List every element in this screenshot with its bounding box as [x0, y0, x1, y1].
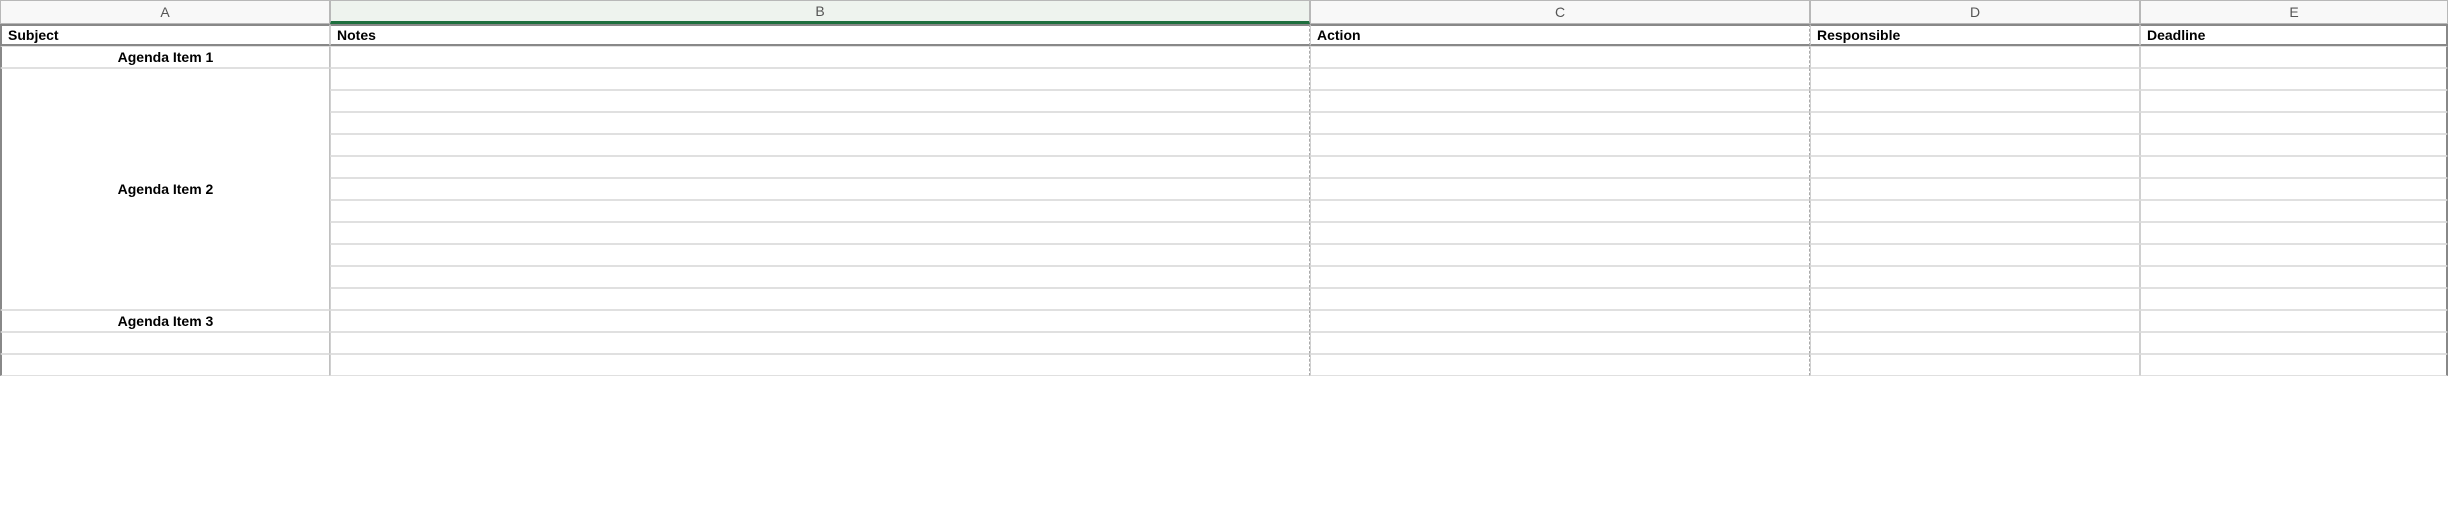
- table-row: [330, 178, 2448, 200]
- cell-action[interactable]: [1310, 310, 1810, 332]
- header-deadline[interactable]: Deadline: [2140, 24, 2448, 46]
- cell-responsible[interactable]: [1810, 244, 2140, 266]
- cell-deadline[interactable]: [2140, 354, 2448, 376]
- cell-deadline[interactable]: [2140, 266, 2448, 288]
- cell-responsible[interactable]: [1810, 46, 2140, 68]
- table-row: Agenda Item 2: [0, 68, 2448, 310]
- column-letters-row: A B C D E: [0, 0, 2448, 24]
- cell-notes[interactable]: [330, 354, 1310, 376]
- cell-responsible[interactable]: [1810, 332, 2140, 354]
- cell-action[interactable]: [1310, 68, 1810, 90]
- cell-action[interactable]: [1310, 222, 1810, 244]
- cell-deadline[interactable]: [2140, 310, 2448, 332]
- subject-agenda-1[interactable]: Agenda Item 1: [0, 46, 330, 68]
- table-row: [330, 288, 2448, 310]
- col-letter-e[interactable]: E: [2140, 0, 2448, 24]
- subject-agenda-3[interactable]: Agenda Item 3: [0, 310, 330, 332]
- cell-deadline[interactable]: [2140, 200, 2448, 222]
- col-letter-d[interactable]: D: [1810, 0, 2140, 24]
- cell-deadline[interactable]: [2140, 112, 2448, 134]
- cell-subject[interactable]: [0, 332, 330, 354]
- header-responsible[interactable]: Responsible: [1810, 24, 2140, 46]
- cell-responsible[interactable]: [1810, 288, 2140, 310]
- cell-deadline[interactable]: [2140, 178, 2448, 200]
- cell-responsible[interactable]: [1810, 68, 2140, 90]
- cell-subject[interactable]: [0, 354, 330, 376]
- header-action[interactable]: Action: [1310, 24, 1810, 46]
- cell-notes[interactable]: [330, 266, 1310, 288]
- col-letter-a[interactable]: A: [0, 0, 330, 24]
- table-row: [330, 244, 2448, 266]
- cell-action[interactable]: [1310, 266, 1810, 288]
- cell-notes[interactable]: [330, 222, 1310, 244]
- col-letter-c[interactable]: C: [1310, 0, 1810, 24]
- table-row: [330, 134, 2448, 156]
- cell-notes[interactable]: [330, 310, 1310, 332]
- table-row: [330, 266, 2448, 288]
- table-row: [330, 68, 2448, 90]
- cell-action[interactable]: [1310, 332, 1810, 354]
- cell-notes[interactable]: [330, 178, 1310, 200]
- cell-notes[interactable]: [330, 46, 1310, 68]
- cell-responsible[interactable]: [1810, 266, 2140, 288]
- table-row: [330, 156, 2448, 178]
- cell-action[interactable]: [1310, 244, 1810, 266]
- cell-notes[interactable]: [330, 90, 1310, 112]
- cell-action[interactable]: [1310, 288, 1810, 310]
- cell-deadline[interactable]: [2140, 68, 2448, 90]
- cell-action[interactable]: [1310, 134, 1810, 156]
- cell-deadline[interactable]: [2140, 332, 2448, 354]
- cell-responsible[interactable]: [1810, 222, 2140, 244]
- cell-responsible[interactable]: [1810, 178, 2140, 200]
- cell-deadline[interactable]: [2140, 90, 2448, 112]
- table-row: Agenda Item 1: [0, 46, 2448, 68]
- cell-deadline[interactable]: [2140, 134, 2448, 156]
- cell-action[interactable]: [1310, 178, 1810, 200]
- cell-notes[interactable]: [330, 134, 1310, 156]
- header-notes[interactable]: Notes: [330, 24, 1310, 46]
- table-row: Agenda Item 3: [0, 310, 2448, 332]
- cell-deadline[interactable]: [2140, 46, 2448, 68]
- header-subject[interactable]: Subject: [0, 24, 330, 46]
- cell-notes[interactable]: [330, 112, 1310, 134]
- cell-responsible[interactable]: [1810, 156, 2140, 178]
- cell-responsible[interactable]: [1810, 200, 2140, 222]
- table-row: [330, 222, 2448, 244]
- cell-notes[interactable]: [330, 288, 1310, 310]
- cell-action[interactable]: [1310, 112, 1810, 134]
- cell-action[interactable]: [1310, 156, 1810, 178]
- cell-action[interactable]: [1310, 354, 1810, 376]
- table-row: [0, 332, 2448, 354]
- cell-notes[interactable]: [330, 68, 1310, 90]
- cell-notes[interactable]: [330, 200, 1310, 222]
- cell-deadline[interactable]: [2140, 222, 2448, 244]
- table-row: [330, 200, 2448, 222]
- cell-action[interactable]: [1310, 200, 1810, 222]
- cell-notes[interactable]: [330, 332, 1310, 354]
- cell-responsible[interactable]: [1810, 134, 2140, 156]
- cell-responsible[interactable]: [1810, 112, 2140, 134]
- cell-notes[interactable]: [330, 156, 1310, 178]
- cell-responsible[interactable]: [1810, 90, 2140, 112]
- cell-deadline[interactable]: [2140, 244, 2448, 266]
- spreadsheet: A B C D E Subject Notes Action Responsib…: [0, 0, 2448, 376]
- cell-responsible[interactable]: [1810, 354, 2140, 376]
- cell-notes[interactable]: [330, 244, 1310, 266]
- header-row: Subject Notes Action Responsible Deadlin…: [0, 24, 2448, 46]
- table-row: [0, 354, 2448, 376]
- col-letter-b[interactable]: B: [330, 0, 1310, 24]
- subject-agenda-2[interactable]: Agenda Item 2: [0, 68, 330, 310]
- cell-deadline[interactable]: [2140, 156, 2448, 178]
- cell-action[interactable]: [1310, 90, 1810, 112]
- cell-action[interactable]: [1310, 46, 1810, 68]
- table-row: [330, 112, 2448, 134]
- cell-responsible[interactable]: [1810, 310, 2140, 332]
- table-row: [330, 90, 2448, 112]
- cell-deadline[interactable]: [2140, 288, 2448, 310]
